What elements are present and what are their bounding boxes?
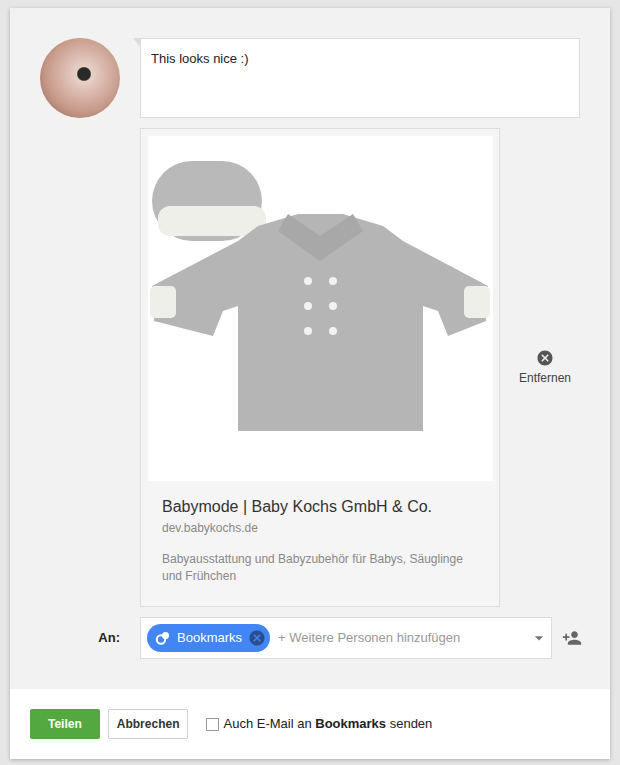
recipients-placeholder[interactable]: + Weitere Personen hinzufügen (278, 628, 521, 648)
recipients-label: An: (10, 628, 140, 648)
remove-icon (536, 349, 554, 367)
comment-input[interactable]: This looks nice :) (140, 38, 580, 118)
share-dialog: This looks nice :) Babymode | Baby Kochs … (10, 8, 610, 759)
share-button[interactable]: Teilen (30, 709, 100, 739)
dropdown-icon[interactable] (529, 628, 549, 648)
footer: Teilen Abbrechen Auch E-Mail an Bookmarks … (10, 689, 610, 759)
email-option[interactable]: Auch E-Mail an Bookmarks senden (206, 714, 432, 734)
link-description: Babyausstattung und Babyzubehör für Baby… (162, 551, 478, 585)
recipient-chip[interactable]: Bookmarks (147, 624, 270, 652)
link-preview[interactable]: Babymode | Baby Kochs GmbH & Co. dev.baby… (140, 128, 500, 607)
link-domain: dev.babykochs.de (162, 519, 478, 537)
collection-icon (155, 630, 171, 646)
page: This looks nice :) Babymode | Baby Kochs … (0, 0, 620, 765)
cancel-button[interactable]: Abbrechen (108, 709, 189, 739)
link-title: Babymode | Baby Kochs GmbH & Co. (162, 497, 478, 517)
chip-remove-icon[interactable] (248, 629, 266, 647)
product-image (148, 136, 493, 481)
avatar (40, 38, 120, 118)
email-checkbox[interactable] (206, 718, 219, 731)
recipients-field[interactable]: Bookmarks + Weitere Personen hinzufügen (140, 617, 552, 659)
remove-button[interactable]: Entfernen (519, 349, 571, 387)
add-person-icon[interactable] (562, 628, 582, 648)
